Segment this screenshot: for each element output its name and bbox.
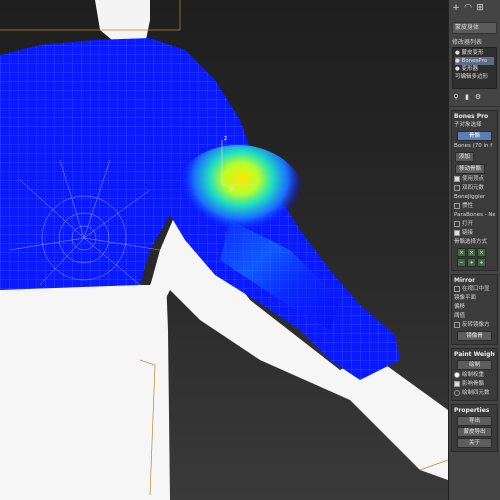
add-bone-button[interactable]: 添加: [455, 152, 475, 162]
neck-mesh: [95, 0, 150, 45]
pin-icon[interactable]: ⚲: [452, 93, 460, 101]
bones-pro-title[interactable]: Bones Pro: [454, 112, 495, 121]
bones-subobject-button[interactable]: 骨骼: [457, 131, 492, 141]
bones-pro-rollout: Bones Pro 子对象选择 骨骼 Bones (70 in f 添加 移动骨…: [451, 110, 498, 271]
subobject-label: 子对象选择: [454, 122, 482, 128]
paint-weight-title[interactable]: Paint Weight: [454, 350, 495, 359]
checkbox-icon[interactable]: [454, 229, 460, 236]
show-in-viewport-row[interactable]: 在视口中显: [454, 285, 495, 294]
command-panel: + ◠ ⊞ 蒙皮身体 修改器列表 ● 蒙皮变形 ● BonesPro ● 变形器…: [448, 0, 500, 500]
modifier-stack-item-selected[interactable]: ● BonesPro: [455, 57, 494, 65]
use-vertex-row[interactable]: 使用顶点: [454, 175, 495, 184]
flip-mirror-row[interactable]: 反转镜像方: [454, 321, 495, 330]
modifier-stack-item[interactable]: 可编辑多边形: [455, 73, 494, 81]
checkbox-icon[interactable]: [454, 380, 460, 387]
offset-label: 偏移: [454, 304, 466, 310]
dual-quat-row[interactable]: 双四元数: [454, 184, 495, 193]
link-label: 链接: [462, 230, 474, 236]
select-mode-cell[interactable]: +: [477, 258, 486, 267]
affect-bones-row[interactable]: 影响骨骼: [454, 380, 495, 389]
properties-rollout: Properties 导出 蒙皮导出 关于: [451, 404, 498, 452]
checkbox-icon[interactable]: [454, 220, 460, 227]
radio-icon[interactable]: [454, 389, 460, 396]
affect-bones-label: 影响骨骼: [462, 381, 485, 387]
threshold-label: 阈值: [454, 313, 466, 319]
stack-toolbar: ⚲ ▮ ⚙: [449, 90, 500, 107]
show-in-viewport-label: 在视口中显: [462, 286, 490, 292]
inertia-row[interactable]: 惯性: [454, 202, 495, 211]
perspective-viewport[interactable]: z y: [0, 0, 448, 500]
select-mode-cell[interactable]: ×: [477, 248, 486, 257]
modifier-stack[interactable]: ● 蒙皮变形 ● BonesPro ● 变形器 可编辑多边形: [452, 47, 497, 89]
move-bone-button[interactable]: 移动骨骼: [455, 164, 486, 174]
link-row[interactable]: 链接: [454, 229, 495, 238]
command-panel-tabs: + ◠ ⊞: [449, 0, 500, 20]
select-mode-label: 骨骼选择方式: [454, 239, 488, 245]
open-row[interactable]: 打开: [454, 220, 495, 229]
dual-quat-label: 双四元数: [462, 185, 485, 191]
gizmo-z-label: z: [224, 135, 227, 142]
show-result-icon[interactable]: ▮: [463, 93, 471, 101]
inertia-label: 惯性: [462, 203, 474, 209]
open-label: 打开: [462, 221, 474, 227]
export-button[interactable]: 导出: [457, 416, 492, 426]
gizmo-y-label: y: [230, 185, 234, 192]
paint-weight-radio-row[interactable]: 绘制权重: [454, 371, 495, 380]
select-mode-cell[interactable]: −: [457, 258, 466, 267]
parabones-label: ParaBones - Ne: [454, 212, 495, 218]
select-mode-grid: × × × − + +: [454, 247, 495, 268]
flip-mirror-label: 反转镜像方: [462, 322, 490, 328]
mirror-rollout: Mirror 在视口中显 镜像平面 偏移 阈值 反转镜像方 镜像骨: [451, 274, 498, 345]
about-button[interactable]: 关于: [457, 438, 492, 448]
select-mode-cell[interactable]: +: [467, 258, 476, 267]
checkbox-icon[interactable]: [454, 202, 460, 209]
paint-weight-rollout: Paint Weight 绘制 绘制权重 影响骨骼 绘制四元数: [451, 348, 498, 401]
paint-quat-label: 绘制四元数: [462, 390, 490, 396]
paint-button[interactable]: 绘制: [457, 360, 492, 370]
mirror-plane-label: 镜像平面: [454, 295, 477, 301]
skinned-mesh-render: z y: [0, 0, 448, 500]
plus-icon[interactable]: +: [451, 3, 461, 13]
mirror-bones-button[interactable]: 镜像骨: [457, 331, 492, 341]
checkbox-icon[interactable]: [454, 321, 460, 328]
modify-arc-icon[interactable]: ◠: [463, 3, 473, 13]
bones-count-label: Bones (70 in f: [454, 143, 493, 149]
paint-quat-radio-row[interactable]: 绘制四元数: [454, 389, 495, 398]
object-name-field[interactable]: 蒙皮身体: [452, 22, 497, 34]
skin-export-button[interactable]: 蒙皮导出: [457, 427, 492, 437]
properties-title[interactable]: Properties: [454, 406, 495, 415]
checkbox-icon[interactable]: [454, 285, 460, 292]
configure-icon[interactable]: ⚙: [474, 93, 482, 101]
paint-weight-label: 绘制权重: [462, 372, 485, 378]
hierarchy-icon[interactable]: ⊞: [475, 3, 485, 13]
bonejiggler-label: BoneJiggler: [454, 194, 486, 200]
checkbox-icon[interactable]: [454, 184, 460, 191]
mirror-title[interactable]: Mirror: [454, 276, 495, 285]
modifier-stack-item[interactable]: ● 变形器: [455, 65, 494, 73]
select-mode-cell[interactable]: ×: [457, 248, 466, 257]
modifier-stack-item[interactable]: ● 蒙皮变形: [455, 49, 494, 57]
checkbox-icon[interactable]: [454, 175, 460, 182]
select-mode-cell[interactable]: ×: [467, 248, 476, 257]
radio-icon[interactable]: [454, 371, 460, 378]
use-vertex-label: 使用顶点: [462, 176, 485, 182]
modifier-list-label[interactable]: 修改器列表: [452, 37, 497, 46]
